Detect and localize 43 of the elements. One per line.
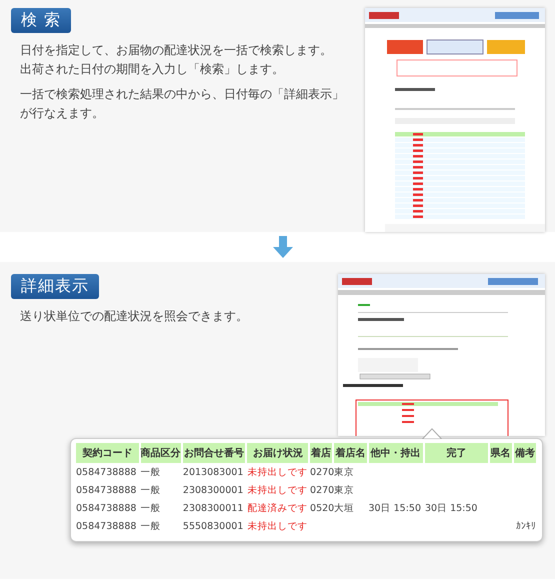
table-cell-text: 一般 xyxy=(140,484,162,498)
table-cell-text: 30日 15:50 xyxy=(424,502,478,516)
column-header: 商品区分 xyxy=(140,443,181,463)
table-cell-text: 0520 xyxy=(310,502,332,516)
column-header: 県名 xyxy=(490,443,512,463)
column-header: 着店名 xyxy=(334,443,366,463)
description-text: 出荷された日付の期間を入力し「検索」します。 xyxy=(20,61,284,78)
table-cell-text: 東京 xyxy=(334,484,356,498)
table-cell-text: 0270 xyxy=(310,466,332,480)
section-title: 詳細表示 xyxy=(11,274,99,299)
table-cell-text: 0584738888 xyxy=(76,502,138,516)
table-cell-text: ｶﾝｷﾘ xyxy=(515,520,536,534)
table-cell-text: 一般 xyxy=(140,520,162,534)
table-cell-text: 0584738888 xyxy=(76,520,138,534)
table-cell-text: 一般 xyxy=(140,466,162,480)
table-cell-text: 2013083001 xyxy=(182,466,244,480)
description-text: 一括で検索処理された結果の中から、日付毎の「詳細表示」 xyxy=(20,86,344,103)
column-header: 他中・持出 xyxy=(368,443,423,463)
status-cell-text: 未持出しです xyxy=(247,520,308,534)
section-title: 検 索 xyxy=(11,8,72,33)
column-header: 完了 xyxy=(424,443,488,463)
status-cell-text: 配達済みです xyxy=(247,502,308,516)
description-text: 送り状単位での配達状況を照会できます。 xyxy=(20,308,248,325)
status-cell-text: 未持出しです xyxy=(247,466,308,480)
description-text: 日付を指定して、お届物の配達状況を一括で検索します。 xyxy=(20,42,332,59)
column-header: お問合せ番号 xyxy=(182,443,246,463)
table-cell-text: 0270 xyxy=(310,484,332,498)
table-cell-text: 2308300001 xyxy=(182,484,244,498)
table-cell-text: 0584738888 xyxy=(76,484,138,498)
table-cell-text: 0584738888 xyxy=(76,466,138,480)
table-cell-text: 東京 xyxy=(334,466,356,480)
table-cell-text: 5550830001 xyxy=(182,520,244,534)
description-text: が行なえます。 xyxy=(20,105,104,122)
table-cell-text: 大垣 xyxy=(334,502,356,516)
table-cell-text: 2308300011 xyxy=(182,502,244,516)
status-cell-text: 未持出しです xyxy=(247,484,308,498)
column-header: 着店 xyxy=(310,443,332,463)
column-header: 契約コード xyxy=(76,443,139,463)
table-cell-text: 一般 xyxy=(140,502,162,516)
column-header: 備考 xyxy=(514,443,536,463)
down-arrow-icon xyxy=(272,236,292,258)
table-cell-text: 30日 15:50 xyxy=(368,502,422,516)
column-header: お届け状況 xyxy=(247,443,308,463)
